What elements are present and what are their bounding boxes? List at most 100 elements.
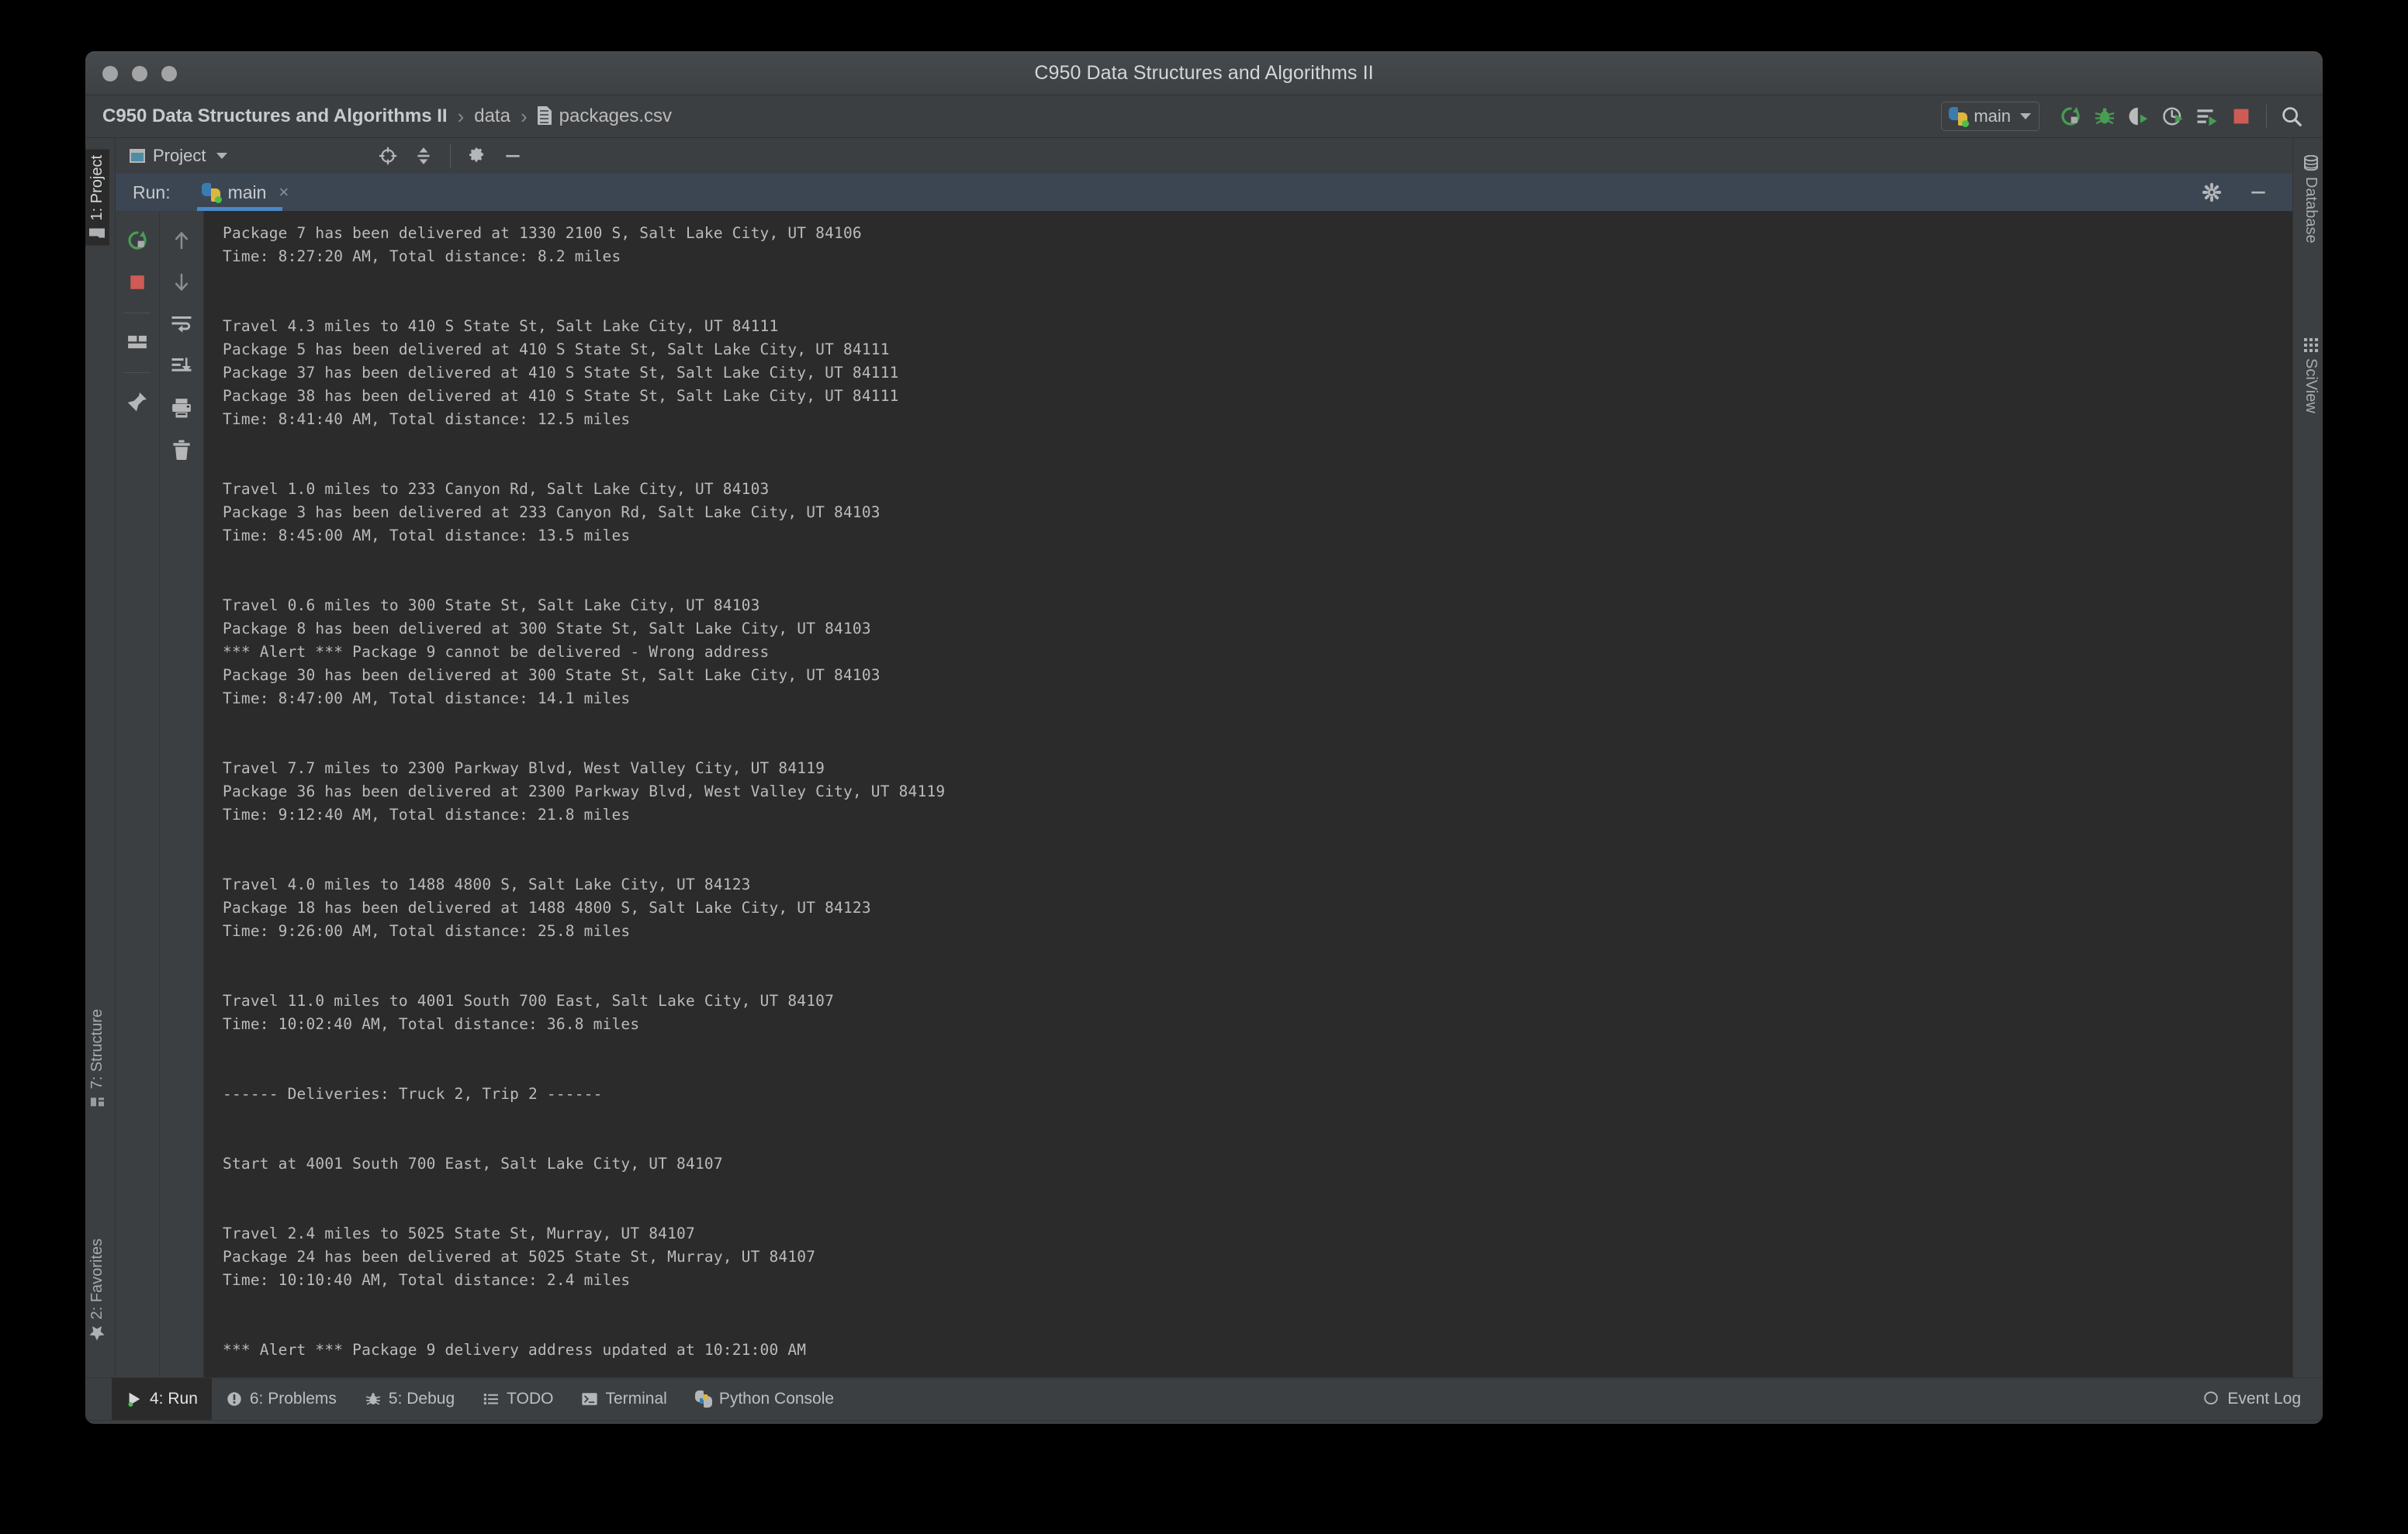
console-line: Package 18 has been delivered at 1488 48… bbox=[223, 899, 871, 917]
project-panel-actions bbox=[371, 139, 536, 173]
python-icon bbox=[201, 183, 222, 203]
run-play-icon bbox=[126, 1391, 143, 1408]
hide-project-panel-button[interactable] bbox=[496, 139, 530, 173]
console-scrollbar[interactable] bbox=[2269, 211, 2292, 1377]
console-line: Travel 4.3 miles to 410 S State St, Salt… bbox=[223, 317, 779, 335]
console-line: Package 7 has been delivered at 1330 210… bbox=[223, 224, 862, 242]
right-tool-strip: Database SciView bbox=[2292, 138, 2323, 1377]
tab-debug[interactable]: 5: Debug bbox=[351, 1378, 469, 1420]
console-line: Package 5 has been delivered at 410 S St… bbox=[223, 340, 890, 358]
printer-icon[interactable] bbox=[163, 389, 200, 427]
sidebar-item-project[interactable]: 1: Project bbox=[85, 149, 109, 246]
star-icon bbox=[89, 1325, 106, 1340]
breadcrumb-item-data[interactable]: data bbox=[474, 105, 510, 127]
stop-button[interactable] bbox=[2224, 99, 2258, 133]
console-line: Travel 2.4 miles to 5025 State St, Murra… bbox=[223, 1225, 695, 1242]
trash-icon[interactable] bbox=[163, 431, 200, 468]
grid-icon bbox=[2303, 338, 2318, 352]
sidebar-item-database[interactable]: Database bbox=[2299, 149, 2323, 250]
hide-run-window-button[interactable] bbox=[2241, 175, 2275, 209]
problems-icon bbox=[226, 1391, 243, 1408]
sidebar-item-favorites-label: 2: Favorites bbox=[88, 1238, 106, 1319]
status-bar: Connection to Python debugger failed: So… bbox=[85, 1420, 2323, 1424]
sidebar-item-structure[interactable]: 7: Structure bbox=[85, 1003, 109, 1114]
console-line: Time: 8:47:00 AM, Total distance: 14.1 m… bbox=[223, 689, 631, 707]
event-log-label: Event Log bbox=[2227, 1390, 2301, 1408]
run-window-actions bbox=[2195, 175, 2292, 209]
event-log-button[interactable]: Event Log bbox=[2202, 1390, 2301, 1408]
profile-run-button[interactable] bbox=[2156, 99, 2190, 133]
toolbar-divider bbox=[2266, 105, 2267, 128]
run-configuration-label: main bbox=[1974, 106, 2011, 126]
tab-problems[interactable]: 6: Problems bbox=[212, 1378, 351, 1420]
prev-occurrence-button[interactable] bbox=[163, 222, 200, 259]
tab-todo[interactable]: TODO bbox=[469, 1378, 567, 1420]
terminal-icon bbox=[581, 1391, 598, 1408]
tool-window-bar-right: Event Log bbox=[2202, 1390, 2323, 1408]
console-layout-icon[interactable] bbox=[119, 323, 156, 361]
console-line: Time: 10:02:40 AM, Total distance: 36.8 … bbox=[223, 1015, 640, 1033]
rerun-button[interactable] bbox=[119, 222, 156, 259]
console-output[interactable]: Package 7 has been delivered at 1330 210… bbox=[204, 211, 2269, 1377]
tab-run[interactable]: 4: Run bbox=[112, 1378, 212, 1420]
console-line: Travel 4.0 miles to 1488 4800 S, Salt La… bbox=[223, 876, 751, 893]
run-with-parameters-button[interactable] bbox=[2190, 99, 2224, 133]
next-occurrence-button[interactable] bbox=[163, 264, 200, 301]
coverage-run-button[interactable] bbox=[2122, 99, 2156, 133]
breadcrumb-separator-icon: › bbox=[520, 104, 528, 128]
csv-file-icon bbox=[537, 106, 552, 125]
sidebar-item-favorites[interactable]: 2: Favorites bbox=[85, 1232, 109, 1346]
event-log-icon bbox=[2202, 1391, 2219, 1408]
select-opened-file-button[interactable] bbox=[371, 139, 405, 173]
chevron-down-icon[interactable] bbox=[216, 153, 228, 159]
tab-terminal[interactable]: Terminal bbox=[567, 1378, 680, 1420]
rerun-button[interactable] bbox=[2053, 99, 2088, 133]
console-line: Package 24 has been delivered at 5025 St… bbox=[223, 1248, 816, 1266]
project-window-icon bbox=[130, 149, 145, 163]
project-settings-button[interactable] bbox=[460, 139, 494, 173]
tab-main[interactable]: main × bbox=[196, 174, 294, 211]
console-line: Start at 4001 South 700 East, Salt Lake … bbox=[223, 1155, 723, 1173]
search-everywhere-button[interactable] bbox=[2275, 99, 2309, 133]
console-line: Time: 8:27:20 AM, Total distance: 8.2 mi… bbox=[223, 247, 621, 265]
collapse-all-button[interactable] bbox=[407, 139, 441, 173]
run-settings-button[interactable] bbox=[2195, 175, 2229, 209]
console-line: Time: 8:45:00 AM, Total distance: 13.5 m… bbox=[223, 527, 631, 544]
bug-icon bbox=[365, 1391, 382, 1408]
stop-button[interactable] bbox=[119, 264, 156, 301]
pin-icon[interactable] bbox=[119, 383, 156, 420]
console-line: *** Alert *** Package 9 cannot be delive… bbox=[223, 643, 770, 661]
sidebar-item-sciview-label: SciView bbox=[2302, 358, 2320, 413]
sidebar-item-database-label: Database bbox=[2302, 177, 2320, 244]
breadcrumb: C950 Data Structures and Algorithms II ›… bbox=[102, 95, 672, 137]
console-line: Time: 10:10:40 AM, Total distance: 2.4 m… bbox=[223, 1271, 631, 1289]
breadcrumb-file-label: packages.csv bbox=[559, 105, 673, 126]
tab-python-console[interactable]: Python Console bbox=[681, 1378, 848, 1420]
run-configuration-selector[interactable]: main bbox=[1941, 102, 2040, 131]
soft-wrap-icon[interactable] bbox=[163, 306, 200, 343]
console-line: Time: 9:26:00 AM, Total distance: 25.8 m… bbox=[223, 922, 631, 940]
breadcrumb-item-file[interactable]: packages.csv bbox=[537, 105, 673, 127]
gutter-divider bbox=[124, 372, 150, 373]
run-gutter-primary bbox=[116, 211, 160, 1377]
breadcrumb-item-project[interactable]: C950 Data Structures and Algorithms II bbox=[102, 105, 448, 127]
scroll-to-end-icon[interactable] bbox=[163, 347, 200, 385]
project-panel-title: Project bbox=[153, 146, 206, 165]
run-gutter-secondary bbox=[160, 211, 204, 1377]
panel-divider bbox=[450, 144, 451, 168]
close-icon[interactable]: × bbox=[279, 182, 289, 202]
tab-terminal-label: Terminal bbox=[605, 1390, 667, 1408]
sidebar-item-sciview[interactable]: SciView bbox=[2299, 332, 2323, 420]
debug-button[interactable] bbox=[2088, 99, 2122, 133]
